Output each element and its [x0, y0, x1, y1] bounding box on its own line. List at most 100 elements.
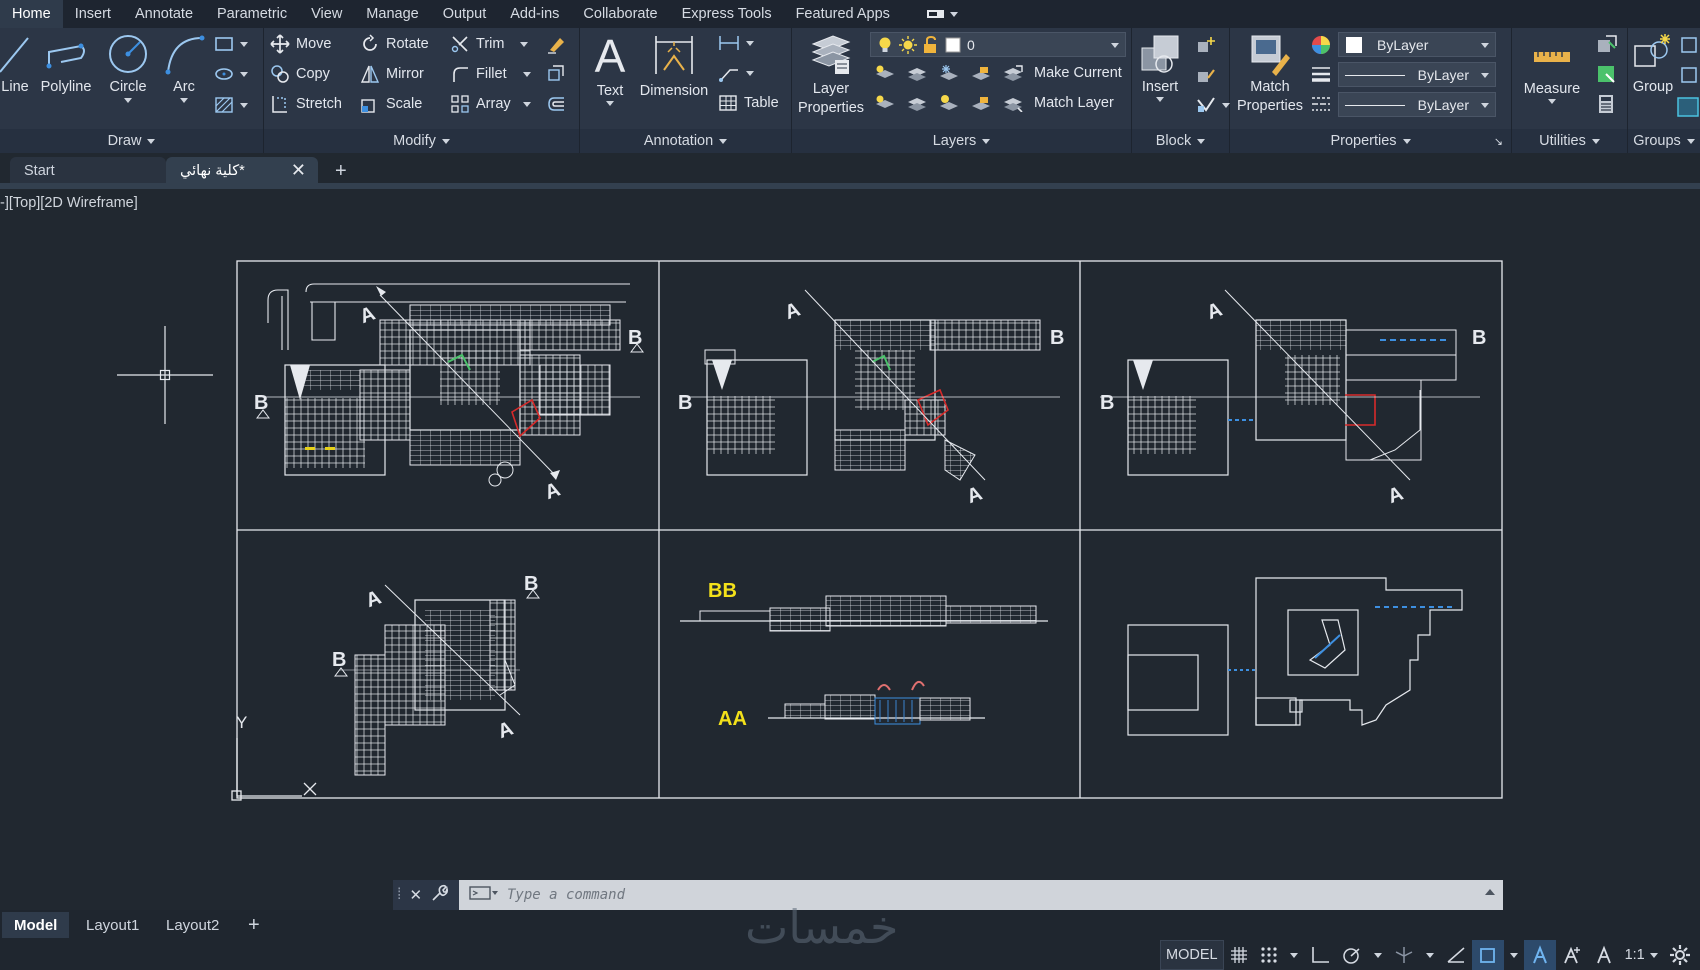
dimension-button[interactable]: Dimension	[636, 30, 712, 101]
array-button[interactable]: Array	[450, 94, 531, 114]
command-prompt-icon[interactable]	[469, 885, 499, 906]
group-button[interactable]: Group	[1628, 32, 1678, 97]
tab-view[interactable]: View	[299, 0, 354, 28]
edit-block-button[interactable]	[1196, 66, 1216, 84]
ungroup-button[interactable]	[1680, 36, 1700, 54]
file-tab-drawing[interactable]: كلية نهائي* ✕	[166, 157, 318, 185]
object-snap-tracking-toggle[interactable]	[1440, 940, 1472, 970]
line-button[interactable]: Line	[0, 32, 30, 97]
workspace-settings-button[interactable]	[1664, 940, 1696, 970]
edit-attributes-button[interactable]	[1196, 96, 1230, 114]
hatch-button[interactable]	[214, 96, 248, 114]
tab-home[interactable]: Home	[0, 0, 63, 28]
layer-off-icon[interactable]	[874, 64, 896, 82]
modify-panel-title[interactable]: Modify	[264, 129, 579, 153]
layout-tab-layout2[interactable]: Layout2	[154, 912, 231, 938]
annotation-panel-title[interactable]: Annotation	[580, 129, 791, 153]
layer-unisolate-icon[interactable]	[906, 94, 928, 112]
isodraft-toggle[interactable]	[1388, 940, 1420, 970]
erase-button[interactable]	[546, 34, 566, 54]
tab-insert[interactable]: Insert	[63, 0, 123, 28]
linetype-dropdown[interactable]: ByLayer	[1338, 62, 1496, 87]
copy-button[interactable]: Copy	[270, 64, 330, 84]
match-layer-button[interactable]: Match Layer	[1034, 95, 1114, 111]
file-tab-start[interactable]: Start	[10, 157, 166, 185]
ribbon-toggle-button[interactable]	[926, 0, 958, 28]
layer-freeze-icon[interactable]	[938, 64, 960, 82]
layer-dropdown[interactable]: 0	[870, 32, 1126, 57]
tab-collaborate[interactable]: Collaborate	[571, 0, 669, 28]
calculator-button[interactable]	[1596, 94, 1616, 114]
group-selection-button[interactable]	[1676, 96, 1700, 118]
tab-express-tools[interactable]: Express Tools	[670, 0, 784, 28]
command-input[interactable]: Type a command	[459, 880, 1503, 910]
layer-isolate-icon[interactable]	[906, 64, 928, 82]
rotate-button[interactable]: Rotate	[360, 34, 429, 54]
move-button[interactable]: Move	[270, 34, 331, 54]
chevron-down-icon[interactable]	[1373, 952, 1382, 958]
circle-button[interactable]: Circle	[104, 32, 152, 103]
new-tab-button[interactable]: +	[328, 157, 356, 185]
rectangle-button[interactable]	[214, 36, 248, 52]
lineweight-button[interactable]	[1310, 64, 1332, 84]
insert-button[interactable]: Insert	[1134, 32, 1186, 102]
create-block-button[interactable]	[1196, 36, 1216, 54]
tab-manage[interactable]: Manage	[354, 0, 430, 28]
lineweight-dropdown[interactable]: ByLayer	[1338, 92, 1496, 117]
annotation-scale-value[interactable]: 1:1	[1620, 940, 1650, 970]
model-space-button[interactable]: MODEL	[1160, 940, 1224, 970]
snap-toggle[interactable]	[1254, 940, 1284, 970]
explode-button[interactable]	[546, 64, 566, 84]
ortho-toggle[interactable]	[1304, 940, 1336, 970]
trim-button[interactable]: Trim	[450, 34, 529, 54]
tab-parametric[interactable]: Parametric	[205, 0, 299, 28]
polyline-button[interactable]: Polyline	[38, 32, 94, 97]
layer-on-icon[interactable]	[874, 94, 896, 112]
drawing-canvas[interactable]: A A B B A A B B A A B B A A B B BB AA Y	[0, 190, 1700, 880]
match-properties-button[interactable]: Match Properties	[1232, 32, 1308, 116]
leader-button[interactable]	[718, 64, 754, 82]
chevron-down-icon[interactable]	[1649, 952, 1658, 958]
layer-properties-button[interactable]: Layer Properties	[794, 30, 868, 118]
scale-button[interactable]: Scale	[360, 94, 422, 114]
mirror-button[interactable]: Mirror	[360, 64, 424, 84]
ellipse-button[interactable]	[214, 66, 248, 82]
tab-featured-apps[interactable]: Featured Apps	[784, 0, 902, 28]
layout-tab-model[interactable]: Model	[2, 912, 70, 938]
close-command-line-icon[interactable]: ✕	[409, 886, 422, 904]
select-all-button[interactable]	[1596, 64, 1618, 84]
properties-panel-title[interactable]: Properties ↘	[1230, 129, 1511, 153]
panel-dialog-launcher-icon[interactable]: ↘	[1494, 135, 1503, 148]
quick-select-button[interactable]	[1596, 34, 1618, 54]
tab-add-ins[interactable]: Add-ins	[498, 0, 571, 28]
color-wheel-button[interactable]	[1310, 34, 1332, 56]
linear-dimension-button[interactable]	[718, 34, 754, 52]
grid-toggle[interactable]	[1224, 940, 1254, 970]
tab-annotate[interactable]: Annotate	[123, 0, 205, 28]
group-edit-button[interactable]	[1680, 66, 1700, 84]
layer-unlock-icon[interactable]	[970, 94, 992, 112]
customize-wrench-icon[interactable]	[430, 884, 449, 907]
layer-thaw-icon[interactable]	[938, 94, 960, 112]
color-dropdown[interactable]: ByLayer	[1338, 32, 1496, 57]
text-button[interactable]: A Text	[590, 30, 630, 106]
draw-panel-title[interactable]: Draw	[0, 129, 263, 153]
chevron-down-icon[interactable]	[1425, 952, 1434, 958]
groups-panel-title[interactable]: Groups	[1628, 129, 1700, 153]
annotation-visibility-toggle[interactable]	[1523, 940, 1556, 970]
object-snap-toggle[interactable]	[1471, 940, 1504, 970]
command-history-icon[interactable]	[1485, 889, 1495, 895]
auto-scale-toggle[interactable]	[1556, 940, 1588, 970]
measure-button[interactable]: Measure	[1516, 34, 1588, 104]
close-icon[interactable]: ✕	[291, 160, 306, 181]
chevron-down-icon[interactable]	[1509, 952, 1518, 958]
add-layout-button[interactable]: +	[236, 912, 272, 938]
layer-lock-icon[interactable]	[970, 64, 992, 82]
arc-button[interactable]: Arc	[162, 32, 206, 103]
viewport-controls[interactable]: -][Top][2D Wireframe]	[0, 195, 138, 211]
utilities-panel-title[interactable]: Utilities	[1512, 129, 1627, 153]
annotation-scale-button[interactable]	[1588, 940, 1620, 970]
block-panel-title[interactable]: Block	[1132, 129, 1229, 153]
chevron-down-icon[interactable]	[1289, 952, 1298, 958]
tab-output[interactable]: Output	[431, 0, 499, 28]
